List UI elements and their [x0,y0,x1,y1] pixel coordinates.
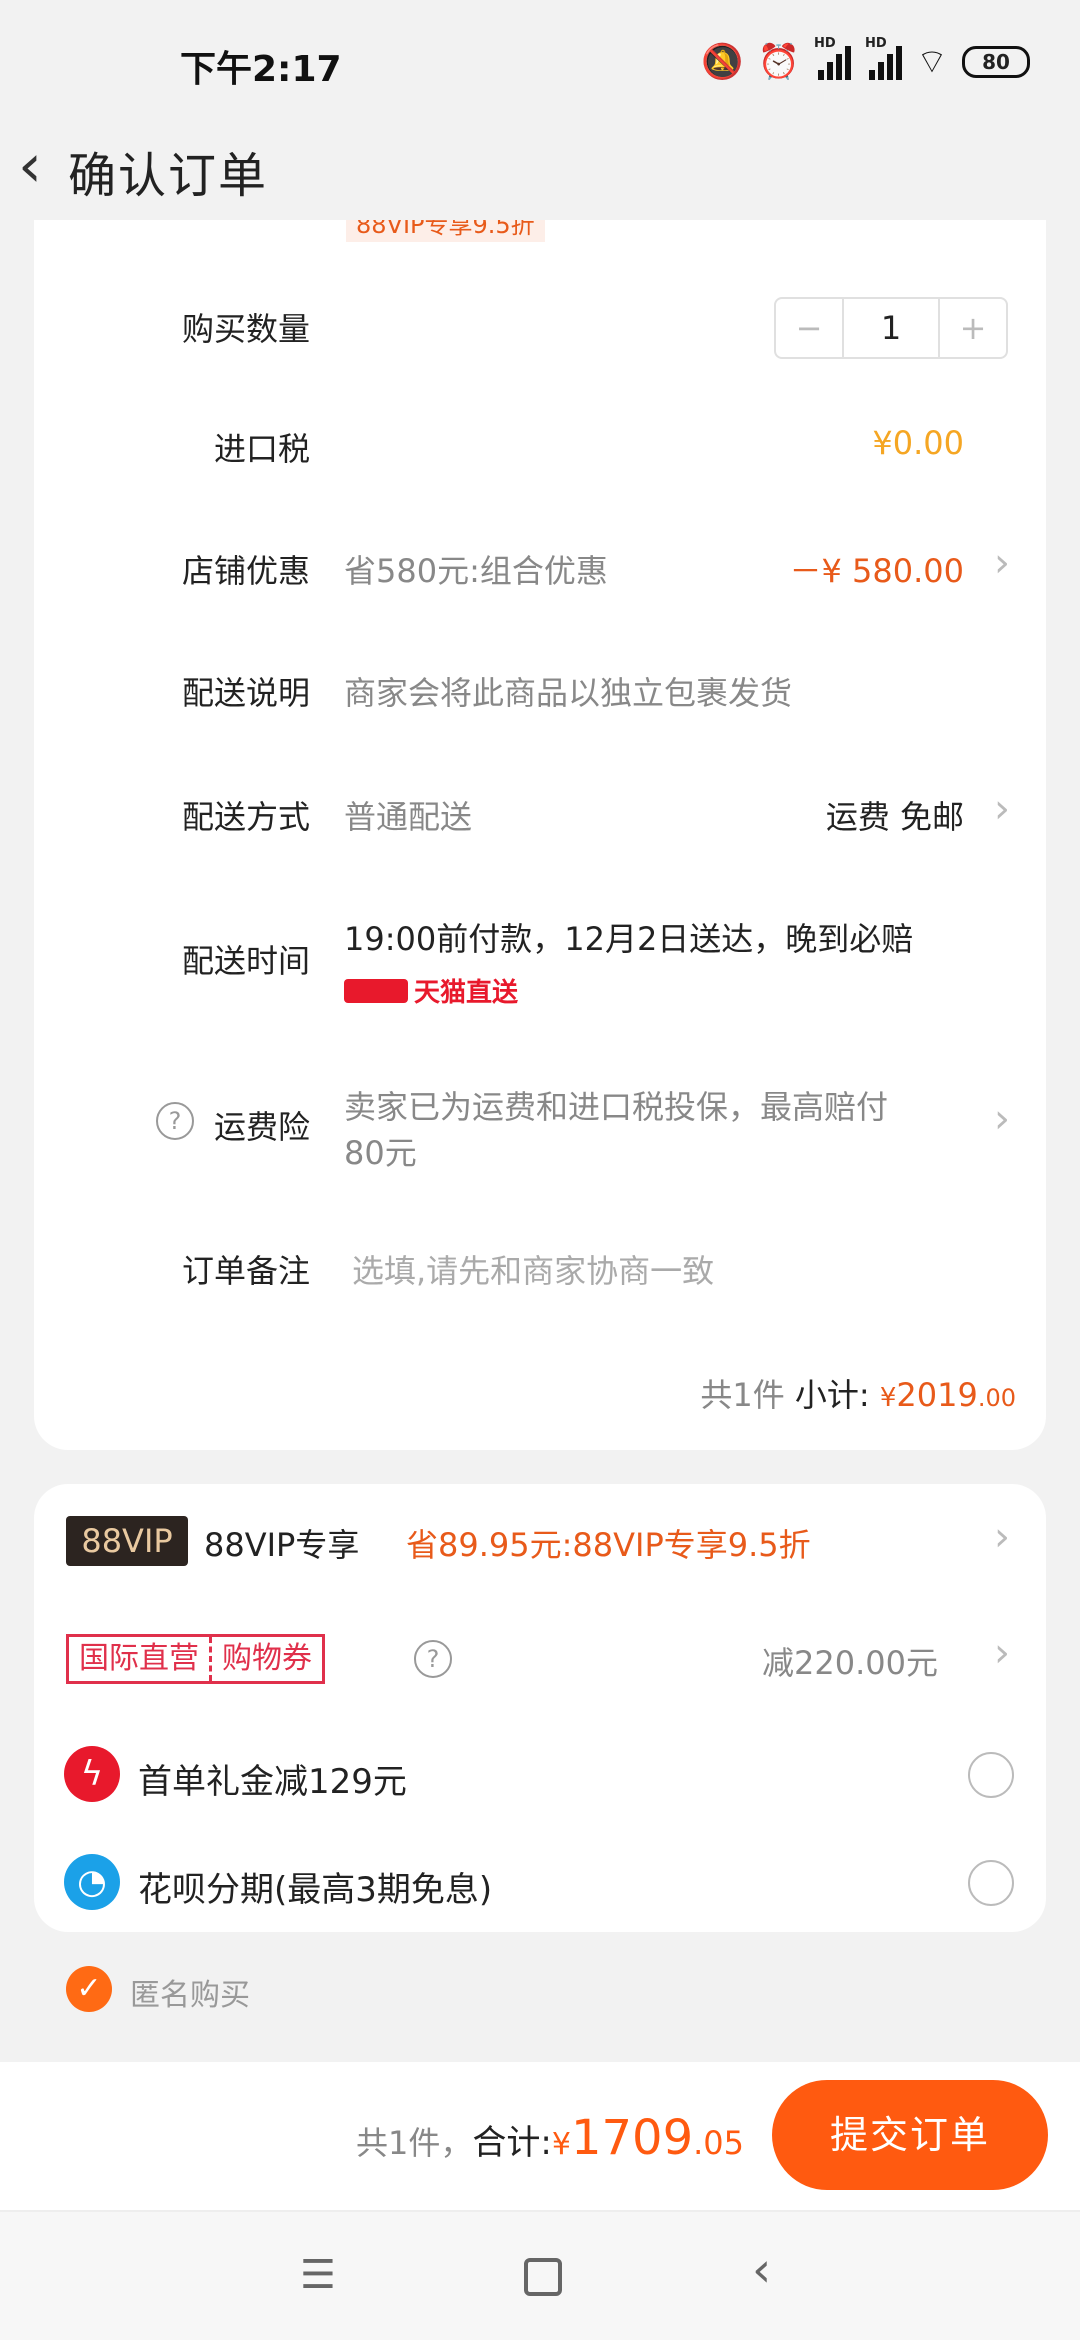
submit-order-button[interactable]: 提交订单 [772,2080,1048,2190]
vip-promo-tag: 88VIP专享9.5折 [346,220,545,242]
chevron-right-icon: › [994,540,1010,586]
quantity-label: 购买数量 [181,310,310,348]
subtotal-count: 共1件 [700,1376,785,1414]
anonymous-checkbox[interactable]: ✓ [66,1966,112,2012]
increase-button[interactable]: + [940,299,1006,357]
subtotal: 共1件 小计: ¥2019.00 [700,1370,1016,1416]
store-discount-desc: 省580元:组合优惠 [344,552,608,590]
system-nav-bar: ☰ ‹ [0,2212,1080,2340]
subtotal-decimal: .00 [977,1384,1016,1412]
first-order-radio[interactable] [968,1752,1014,1798]
back-icon[interactable]: ‹ [18,136,42,196]
status-icons: 🔕 ⏰ HD HD ⌔ 80 [701,36,1030,84]
intl-coupon-badge: 国际直营 购物券 [66,1634,325,1684]
chevron-right-icon: › [994,1514,1010,1560]
back-nav-icon[interactable]: ‹ [752,2242,771,2298]
delivery-note-value: 商家会将此商品以独立包裹发货 [344,674,793,712]
vip-badge: 88VIP [66,1516,188,1566]
vip-label: 88VIP专享 [204,1526,360,1564]
total-integer: 1709 [570,2110,694,2166]
signal-icon-2: HD [865,36,903,80]
tmall-icon [344,978,408,1003]
help-icon[interactable]: ? [414,1640,452,1678]
shipping-insurance-line2: 80元 [344,1134,417,1172]
delivery-time-label: 配送时间 [181,942,310,980]
menu-icon[interactable]: ☰ [300,2252,336,2298]
delivery-time-value: 19:00前付款，12月2日送达，晚到必赔 [344,920,914,958]
lightning-icon: ϟ [64,1746,120,1802]
remark-label: 订单备注 [181,1252,310,1290]
page-title: 确认订单 [68,148,269,204]
benefits-card: 88VIP 88VIP专享 省89.95元:88VIP专享9.5折 › 国际直营… [34,1484,1046,1932]
first-order-label: 首单礼金减129元 [138,1762,407,1802]
huabei-radio[interactable] [968,1860,1014,1906]
anonymous-label: 匿名购买 [130,1978,250,2013]
wifi-icon: ⌔ [916,42,948,82]
import-tax-value: ¥0.00 [872,424,964,462]
delivery-method-value: 普通配送 [344,798,473,836]
huabei-label: 花呗分期(最高3期免息) [138,1870,493,1910]
home-icon[interactable] [524,2258,562,2296]
subtotal-currency: ¥ [879,1383,897,1413]
vip-discount: 省89.95元:88VIP专享9.5折 [406,1526,811,1564]
chevron-right-icon: › [994,1096,1010,1142]
shipping-insurance-label: 运费险 [213,1108,310,1146]
delivery-note-label: 配送说明 [181,674,310,712]
alarm-icon: ⏰ [757,42,801,82]
remark-input[interactable]: 选填,请先和商家协商一致 [352,1246,714,1292]
store-discount-amount: －¥ 580.00 [789,552,964,590]
total-decimal: .05 [693,2124,744,2162]
quantity-input[interactable]: 1 [842,299,940,357]
quantity-stepper: − 1 + [774,297,1008,359]
decrease-button[interactable]: − [776,299,842,357]
tmall-direct-badge: 天猫直送 [344,972,518,1009]
intl-direct-label: 国际直营 [79,1641,199,1676]
signal-label-2: HD [865,36,887,51]
huabei-icon: ◔ [64,1854,120,1910]
import-tax-label: 进口税 [213,430,310,468]
help-icon[interactable]: ? [156,1102,194,1140]
chevron-right-icon: › [994,1630,1010,1676]
order-card: 88VIP专享9.5折 购买数量 − 1 + 进口税 ¥0.00 店铺优惠 省5… [34,220,1046,1450]
subtotal-integer: 2019 [896,1376,978,1414]
coupon-label: 购物券 [209,1637,322,1681]
order-total: 共1件，合计:¥1709.05 [356,2110,744,2166]
checkout-bar: 共1件，合计:¥1709.05 提交订单 [0,2062,1080,2212]
page-header: ‹ 确认订单 [0,120,1080,220]
shipping-insurance-line1: 卖家已为运费和进口税投保，最高赔付 [344,1088,889,1126]
tmall-direct-label: 天猫直送 [414,978,519,1008]
battery-icon: 80 [962,46,1030,78]
shipping-fee: 运费 免邮 [825,798,964,836]
delivery-method-label: 配送方式 [181,798,310,836]
store-discount-label: 店铺优惠 [181,552,310,590]
total-label: 合计: [472,2123,552,2163]
mute-icon: 🔕 [701,42,744,82]
coupon-value: 减220.00元 [762,1644,938,1682]
subtotal-label: 小计: [794,1376,870,1414]
status-bar: 下午2:17 🔕 ⏰ HD HD ⌔ 80 [0,0,1080,130]
total-currency: ¥ [551,2127,571,2162]
status-time: 下午2:17 [180,49,342,90]
signal-label: HD [814,36,836,51]
total-count: 共1件， [356,2124,473,2162]
signal-icon: HD [814,36,852,80]
chevron-right-icon: › [994,786,1010,832]
